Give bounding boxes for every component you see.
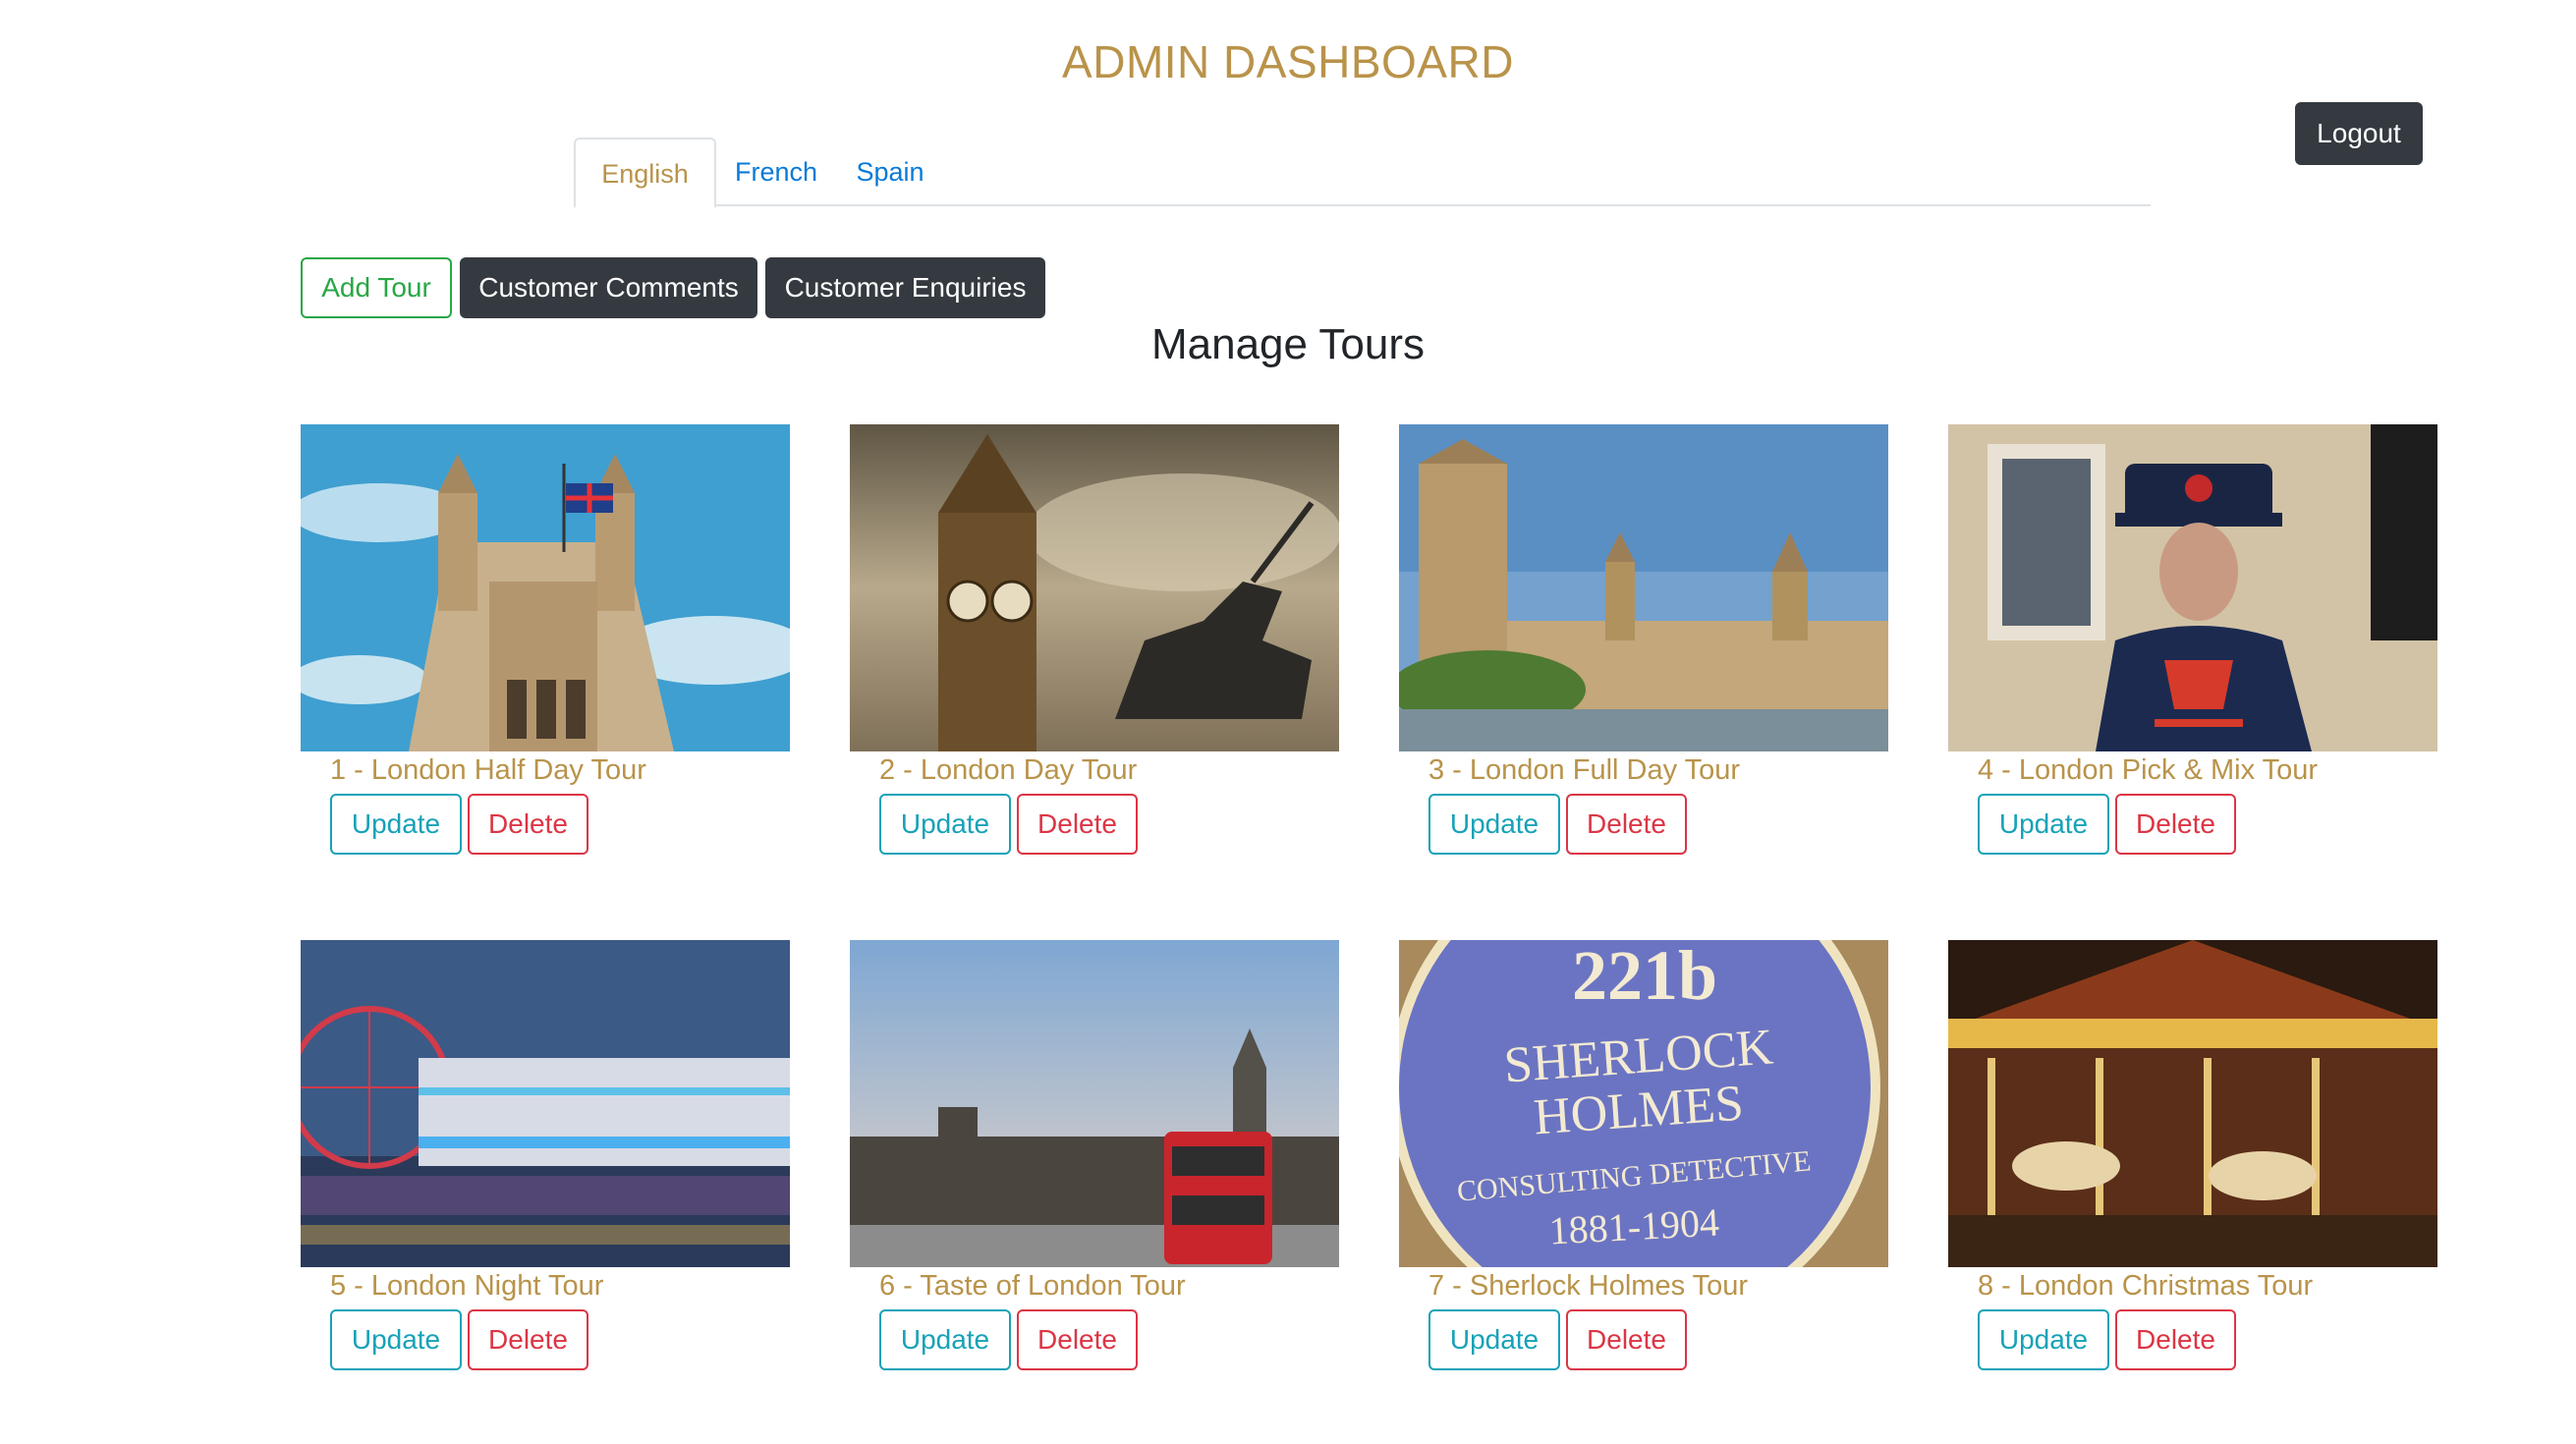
tour-title: 7 - Sherlock Holmes Tour xyxy=(1428,1270,1749,1302)
houses-of-parliament-tower-photo xyxy=(301,424,790,751)
customer-enquiries-button[interactable]: Customer Enquiries xyxy=(765,257,1045,318)
tour-title: 6 - Taste of London Tour xyxy=(879,1270,1186,1302)
red-bus-westminster-photo xyxy=(850,940,1339,1267)
update-button[interactable]: Update xyxy=(1978,1309,2109,1370)
tab-english[interactable]: English xyxy=(574,138,716,208)
tour-title: 8 - London Christmas Tour xyxy=(1978,1270,2314,1302)
page-title: ADMIN DASHBOARD xyxy=(1062,36,1514,87)
update-button[interactable]: Update xyxy=(1428,794,1560,855)
westminster-palace-photo xyxy=(1399,424,1888,751)
plaque-number: 221b xyxy=(1572,940,1717,1015)
tour-title: 3 - London Full Day Tour xyxy=(1428,754,1741,786)
update-button[interactable]: Update xyxy=(330,794,462,855)
delete-button[interactable]: Delete xyxy=(1017,794,1138,855)
delete-button[interactable]: Delete xyxy=(1017,1309,1138,1370)
london-eye-night-photo xyxy=(301,940,790,1267)
tour-title: 4 - London Pick & Mix Tour xyxy=(1978,754,2319,786)
delete-button[interactable]: Delete xyxy=(2115,794,2236,855)
update-button[interactable]: Update xyxy=(879,1309,1011,1370)
tab-french[interactable]: French xyxy=(716,138,836,206)
tour-title: 2 - London Day Tour xyxy=(879,754,1138,786)
big-ben-and-statue-photo xyxy=(850,424,1339,751)
delete-button[interactable]: Delete xyxy=(468,1309,588,1370)
blue-plaque-221b-photo: 221b SHERLOCK HOLMES CONSULTING DETECTIV… xyxy=(1399,940,1888,1267)
section-title: Manage Tours xyxy=(1150,320,1426,368)
customer-comments-button[interactable]: Customer Comments xyxy=(460,257,757,318)
delete-button[interactable]: Delete xyxy=(1566,1309,1687,1370)
christmas-carousel-photo xyxy=(1948,940,2437,1267)
update-button[interactable]: Update xyxy=(330,1309,462,1370)
beefeater-guard-photo xyxy=(1948,424,2437,751)
plaque-line-years: 1881-1904 xyxy=(1548,1200,1720,1253)
add-tour-button[interactable]: Add Tour xyxy=(301,257,452,318)
tour-title: 1 - London Half Day Tour xyxy=(330,754,646,786)
delete-button[interactable]: Delete xyxy=(1566,794,1687,855)
update-button[interactable]: Update xyxy=(1978,794,2109,855)
tab-spain[interactable]: Spain xyxy=(836,138,944,206)
delete-button[interactable]: Delete xyxy=(468,794,588,855)
update-button[interactable]: Update xyxy=(1428,1309,1560,1370)
language-tabs: English French Spain xyxy=(574,138,2151,208)
tour-title: 5 - London Night Tour xyxy=(330,1270,604,1302)
logout-button[interactable]: Logout xyxy=(2295,102,2423,165)
update-button[interactable]: Update xyxy=(879,794,1011,855)
delete-button[interactable]: Delete xyxy=(2115,1309,2236,1370)
